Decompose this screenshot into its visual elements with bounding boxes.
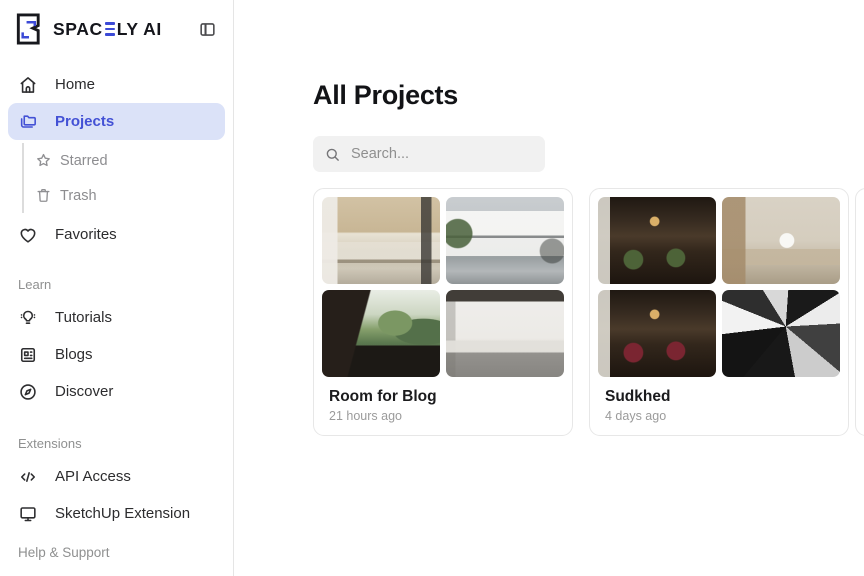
project-card[interactable]: Room for Blog 21 hours ago (313, 188, 573, 436)
sidebar-item-trash[interactable]: Trash (33, 178, 225, 213)
search-box (313, 136, 545, 172)
project-timestamp: 4 days ago (605, 409, 833, 423)
brand-text: SPAC LY AI (53, 19, 162, 40)
sidebar-item-label: Tutorials (55, 309, 112, 326)
logo-row: SPAC LY AI (0, 8, 233, 50)
folder-icon (18, 112, 38, 132)
sidebar-item-label: Discover (55, 383, 113, 400)
thumbnail-grid (598, 197, 840, 377)
project-card[interactable]: Sudkhed 4 days ago (589, 188, 849, 436)
project-name: Sudkhed (605, 388, 833, 406)
project-thumbnail (598, 197, 716, 284)
sidebar-item-label: SketchUp Extension (55, 505, 190, 522)
project-thumbnail (446, 290, 564, 377)
projects-sub-items: Starred Trash (22, 143, 225, 213)
newspaper-icon (18, 345, 38, 365)
home-icon (18, 75, 38, 95)
sidebar-item-label: Starred (60, 153, 108, 169)
collapse-sidebar-button[interactable] (194, 16, 220, 42)
project-timestamp: 21 hours ago (329, 409, 557, 423)
section-label-extensions: Extensions (8, 436, 225, 451)
sidebar-item-favorites[interactable]: Favorites (8, 216, 225, 253)
project-name: Room for Blog (329, 388, 557, 406)
sidebar: SPAC LY AI Home (0, 0, 234, 576)
sidebar-item-blogs[interactable]: Blogs (8, 336, 225, 373)
project-card-partial[interactable] (855, 188, 864, 436)
project-thumbnail (322, 290, 440, 377)
section-label-learn: Learn (8, 277, 225, 292)
page-title: All Projects (313, 80, 864, 111)
sidebar-item-sketchup-extension[interactable]: SketchUp Extension (8, 495, 225, 532)
sidebar-item-starred[interactable]: Starred (33, 143, 225, 178)
compass-icon (18, 382, 38, 402)
sidebar-item-api-access[interactable]: API Access (8, 458, 225, 495)
main-content: All Projects Room for Blog 21 hours ago (234, 0, 864, 576)
sidebar-item-label: Favorites (55, 226, 117, 243)
project-thumbnail (722, 290, 840, 377)
search-input[interactable] (349, 145, 534, 163)
project-thumbnail (446, 197, 564, 284)
projects-grid: Room for Blog 21 hours ago Sudkhed 4 day… (313, 188, 864, 436)
sidebar-item-projects[interactable]: Projects (8, 103, 225, 140)
star-icon (35, 152, 52, 169)
help-support-link[interactable]: Help & Support (8, 545, 225, 560)
sidebar-item-label: Trash (60, 188, 97, 204)
project-thumbnail (322, 197, 440, 284)
project-thumbnail (722, 197, 840, 284)
monitor-icon (18, 504, 38, 524)
sidebar-item-label: Home (55, 76, 95, 93)
search-icon (324, 146, 341, 163)
project-thumbnail (598, 290, 716, 377)
thumbnail-grid (322, 197, 564, 377)
spacely-logo-icon (13, 11, 44, 47)
heart-icon (18, 225, 38, 245)
sidebar-item-label: API Access (55, 468, 131, 485)
stylized-e-icon (105, 22, 115, 35)
code-icon (18, 467, 38, 487)
lightbulb-icon (18, 308, 38, 328)
sidebar-item-tutorials[interactable]: Tutorials (8, 299, 225, 336)
trash-icon (35, 187, 52, 204)
sidebar-item-label: Blogs (55, 346, 93, 363)
sidebar-item-discover[interactable]: Discover (8, 373, 225, 410)
sidebar-nav: Home Projects Starred (0, 66, 233, 560)
sidebar-item-label: Projects (55, 113, 114, 130)
sidebar-item-home[interactable]: Home (8, 66, 225, 103)
